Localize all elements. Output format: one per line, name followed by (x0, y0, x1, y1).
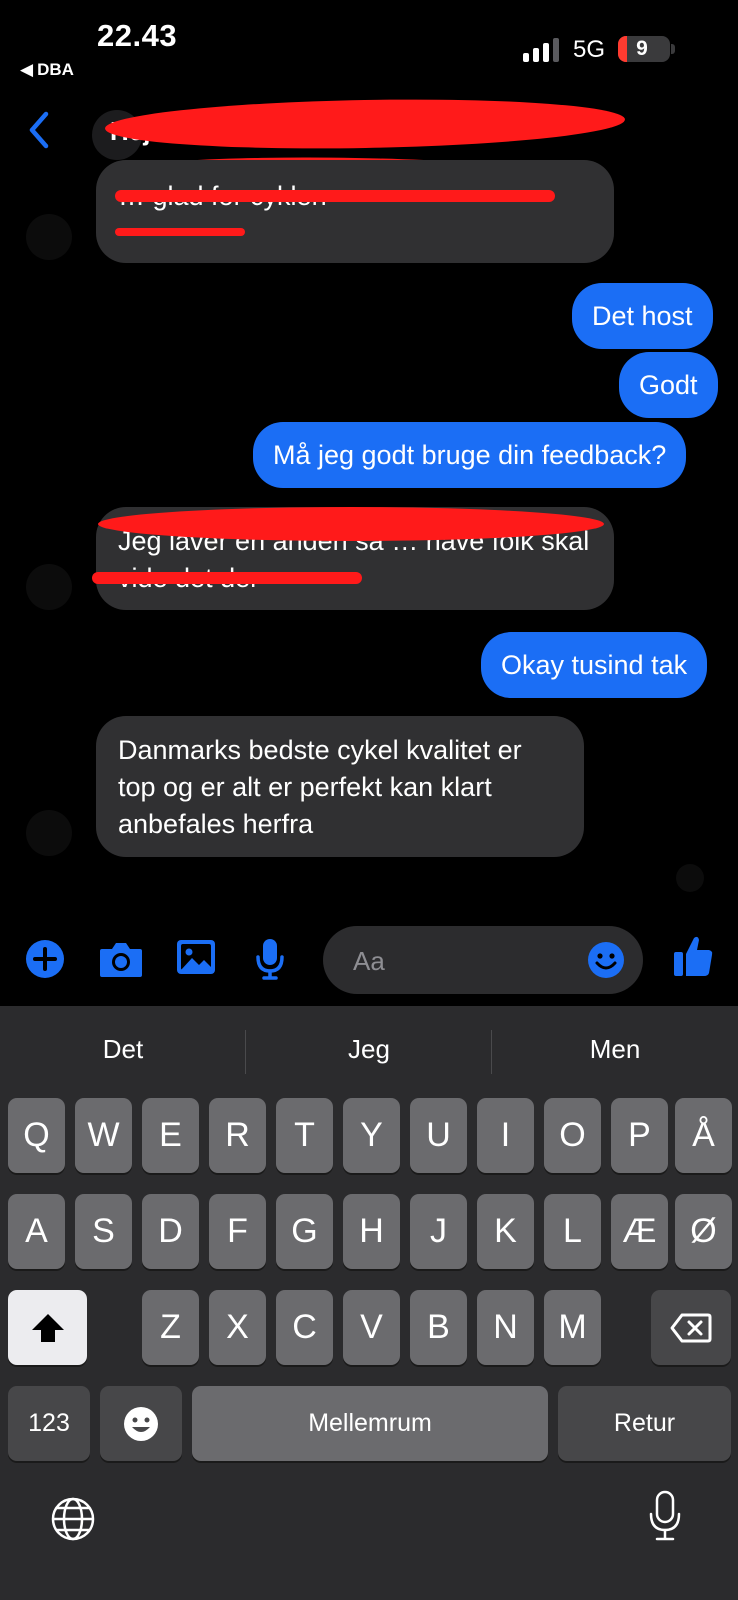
battery-level: 9 (636, 37, 648, 60)
key[interactable]: E (142, 1098, 199, 1173)
message-input-container[interactable] (323, 926, 643, 994)
thumbs-up-icon[interactable] (672, 934, 714, 978)
key[interactable]: Å (675, 1098, 732, 1173)
key[interactable]: H (343, 1194, 400, 1269)
suggestion-1[interactable]: Det (0, 1034, 246, 1065)
chevron-left-icon[interactable] (24, 110, 54, 150)
message-bubble-outgoing[interactable]: Må jeg godt bruge din feedback? (253, 422, 687, 488)
numbers-key[interactable]: 123 (8, 1386, 90, 1461)
message-bubble-outgoing[interactable]: Det host (572, 283, 713, 349)
key[interactable]: K (477, 1194, 534, 1269)
key[interactable]: M (544, 1290, 601, 1365)
key[interactable]: X (209, 1290, 266, 1365)
shift-arrow-icon (31, 1313, 64, 1342)
back-triangle-icon: ◀ (20, 60, 34, 79)
key[interactable]: F (209, 1194, 266, 1269)
redaction-mark (92, 572, 362, 584)
redaction-mark (104, 95, 626, 153)
battery-icon: 9 (618, 36, 670, 62)
key[interactable]: A (8, 1194, 65, 1269)
back-to-app-link[interactable]: ◀ DBA (20, 60, 74, 80)
key[interactable]: T (276, 1098, 333, 1173)
status-time: 22.43 (97, 18, 178, 53)
battery-cap (671, 44, 675, 54)
redaction-mark (98, 507, 604, 541)
key[interactable]: D (142, 1194, 199, 1269)
message-bubble-incoming[interactable]: … glad for cyklen (96, 160, 614, 263)
globe-icon[interactable] (50, 1496, 96, 1542)
microphone-icon[interactable] (255, 937, 285, 981)
key[interactable]: I (477, 1098, 534, 1173)
return-key[interactable]: Retur (558, 1386, 731, 1461)
key[interactable]: G (276, 1194, 333, 1269)
network-label: 5G (573, 36, 606, 63)
sender-avatar (26, 564, 72, 610)
key[interactable]: U (410, 1098, 467, 1173)
back-app-label: DBA (37, 60, 74, 79)
suggestion-3[interactable]: Men (492, 1034, 738, 1065)
message-text: Okay tusind tak (501, 650, 688, 680)
signal-icon (523, 38, 559, 62)
emoji-icon[interactable] (587, 941, 625, 979)
message-input[interactable] (351, 940, 575, 982)
message-text: Godt (639, 370, 698, 400)
message-bubble-incoming[interactable]: Danmarks bedste cykel kvalitet er top og… (96, 716, 584, 857)
seen-indicator (676, 864, 704, 892)
key[interactable]: Ø (675, 1194, 732, 1269)
redaction-mark (115, 228, 245, 236)
message-text: Det host (592, 301, 693, 331)
key[interactable]: Q (8, 1098, 65, 1173)
message-text: Danmarks bedste cykel kvalitet er top og… (118, 735, 522, 839)
key[interactable]: O (544, 1098, 601, 1173)
key[interactable]: B (410, 1290, 467, 1365)
key[interactable]: N (477, 1290, 534, 1365)
message-text: Må jeg godt bruge din feedback? (273, 440, 667, 470)
key[interactable]: V (343, 1290, 400, 1365)
backspace-icon (670, 1313, 712, 1342)
message-bubble-outgoing[interactable]: Okay tusind tak (481, 632, 708, 698)
key[interactable]: R (209, 1098, 266, 1173)
key[interactable]: J (410, 1194, 467, 1269)
key[interactable]: P (611, 1098, 668, 1173)
key[interactable]: W (75, 1098, 132, 1173)
shift-key[interactable] (8, 1290, 87, 1365)
camera-icon[interactable] (98, 939, 144, 979)
suggestion-2[interactable]: Jeg (246, 1034, 492, 1065)
emoji-icon (124, 1406, 158, 1441)
sender-avatar (26, 810, 72, 856)
backspace-key[interactable] (651, 1290, 731, 1365)
sender-avatar (26, 214, 72, 260)
key[interactable]: Y (343, 1098, 400, 1173)
key[interactable]: C (276, 1290, 333, 1365)
key[interactable]: Z (142, 1290, 199, 1365)
message-bubble-outgoing[interactable]: Godt (619, 352, 718, 418)
key[interactable]: Æ (611, 1194, 668, 1269)
image-icon[interactable] (176, 939, 216, 977)
dictation-microphone-icon[interactable] (648, 1490, 682, 1542)
redaction-mark (115, 190, 555, 202)
plus-icon[interactable] (25, 939, 65, 979)
key[interactable]: S (75, 1194, 132, 1269)
key[interactable]: L (544, 1194, 601, 1269)
emoji-key[interactable] (100, 1386, 182, 1461)
keyboard: Det Jeg Men Q W E R T Y U I O P Å A S D … (0, 1006, 738, 1600)
space-key[interactable]: Mellemrum (192, 1386, 548, 1461)
